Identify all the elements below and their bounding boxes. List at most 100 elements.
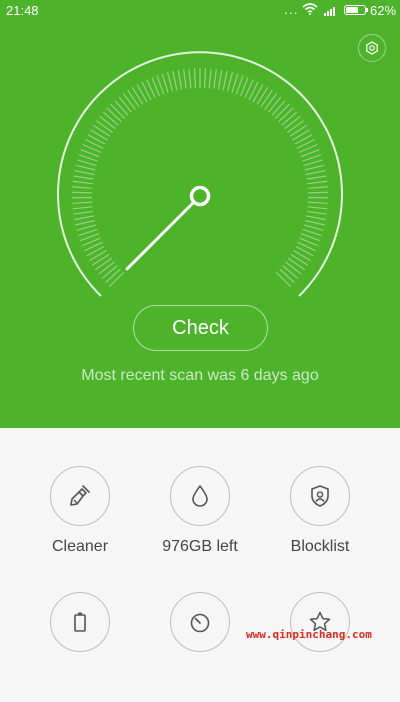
cleaner-button[interactable] xyxy=(50,466,110,526)
wifi-icon xyxy=(302,3,318,18)
gauge-tick xyxy=(291,254,308,265)
water-drop-icon xyxy=(187,483,213,509)
favorites-button[interactable] xyxy=(290,592,350,652)
gauge-tick xyxy=(287,121,303,133)
gauge-tick xyxy=(95,258,111,270)
signal-icon xyxy=(324,4,338,19)
security-header-panel: 21:48 ... 62% xyxy=(0,0,400,428)
gauge-tick xyxy=(308,202,328,203)
gauge-tick xyxy=(265,94,277,110)
gauge-tick xyxy=(282,112,297,125)
gauge-tick xyxy=(232,74,238,93)
gauge-pivot xyxy=(192,188,209,205)
gauge-tick xyxy=(279,108,294,122)
security-gauge xyxy=(0,40,400,310)
gauge-tick xyxy=(308,192,328,193)
gauge-tick xyxy=(173,71,177,91)
broom-icon xyxy=(67,483,93,509)
gauge-tick xyxy=(102,266,117,279)
gauge-tick xyxy=(290,125,307,136)
gauge-tick xyxy=(119,97,132,113)
gauge-tick xyxy=(184,69,187,89)
gauge-tick xyxy=(99,262,115,274)
gauge-tick xyxy=(137,85,147,103)
watermark-text: www.qinpinchang.com xyxy=(246,628,372,641)
gauge-tick xyxy=(214,69,217,89)
status-time: 21:48 xyxy=(6,3,39,18)
gauge-tick xyxy=(77,225,96,230)
gauge-tick xyxy=(123,94,135,110)
gauge-needle xyxy=(127,196,200,269)
gauge-tick xyxy=(308,187,328,188)
shield-user-icon xyxy=(307,483,333,509)
gauge-tick xyxy=(93,125,110,136)
blocklist-label: Blocklist xyxy=(250,538,390,556)
gauge-tick xyxy=(103,112,118,125)
gauge-tick xyxy=(268,97,281,113)
gauge-tick xyxy=(306,216,326,220)
gauge-tick xyxy=(74,176,94,179)
gauge-tick xyxy=(308,207,328,209)
gauge-tick xyxy=(261,90,272,107)
gauge-tick xyxy=(272,101,285,116)
gauge-tick xyxy=(307,211,327,214)
gauge-tick xyxy=(253,85,263,103)
gauge-tick xyxy=(303,229,322,235)
storage-button[interactable] xyxy=(170,466,230,526)
speed-button[interactable] xyxy=(170,592,230,652)
blocklist-tool[interactable]: Blocklist xyxy=(260,466,380,576)
gauge-tick xyxy=(276,272,290,286)
gauge-ticks xyxy=(72,68,328,287)
gauge-tick xyxy=(73,211,93,214)
storage-tool[interactable]: 976GB left xyxy=(140,466,260,576)
battery-button[interactable] xyxy=(50,592,110,652)
gauge-tick xyxy=(76,165,95,170)
gauge-tick xyxy=(90,250,107,260)
battery-fill xyxy=(346,7,358,13)
gauge-tick xyxy=(128,90,139,107)
gauge-tick xyxy=(285,116,301,128)
battery-icon xyxy=(67,609,93,635)
gauge-tick xyxy=(293,250,310,260)
gauge-tick xyxy=(88,135,106,145)
gauge-tick xyxy=(205,68,206,88)
gauge-tick xyxy=(92,254,109,265)
gauge-tick xyxy=(96,121,112,133)
check-button[interactable]: Check xyxy=(133,305,268,351)
gauge-tick xyxy=(275,104,289,118)
gauge-tick xyxy=(293,130,310,140)
gauge-tick xyxy=(306,171,326,175)
gauge-tick xyxy=(304,160,323,166)
cleaner-tool[interactable]: Cleaner xyxy=(20,466,140,576)
gauge-tick xyxy=(280,269,295,283)
battery-tool[interactable] xyxy=(20,592,140,702)
gauge-tick xyxy=(100,116,116,128)
gauge-tick xyxy=(307,176,327,179)
gauge-tick xyxy=(72,192,92,193)
status-bar: 21:48 ... 62% xyxy=(0,0,400,22)
gauge-tick xyxy=(305,165,324,170)
gauge-tick xyxy=(111,104,125,118)
favorites-tool[interactable] xyxy=(260,592,380,702)
gauge-tick xyxy=(107,108,122,122)
battery-percent: 62% xyxy=(370,3,396,18)
blocklist-button[interactable] xyxy=(290,466,350,526)
gauge-tick xyxy=(295,135,313,145)
gauge-tick xyxy=(110,272,124,286)
gauge-tick xyxy=(77,160,96,166)
gauge-tick xyxy=(223,71,227,91)
gauge-tick xyxy=(115,101,128,116)
notification-dots: ... xyxy=(284,1,299,17)
speed-tool[interactable] xyxy=(140,592,260,702)
gauge-tick xyxy=(75,221,95,226)
gauge-tick xyxy=(73,207,93,209)
gauge-tick xyxy=(195,68,196,88)
cleaner-label: Cleaner xyxy=(10,538,150,556)
gauge-tick xyxy=(257,87,268,104)
gauge-tick xyxy=(90,130,107,140)
gauge-tick xyxy=(75,171,95,175)
gauge-tick xyxy=(72,187,92,188)
gauge-tick xyxy=(288,258,304,270)
gauge-tick xyxy=(305,221,325,226)
gauge-tick xyxy=(178,70,181,90)
